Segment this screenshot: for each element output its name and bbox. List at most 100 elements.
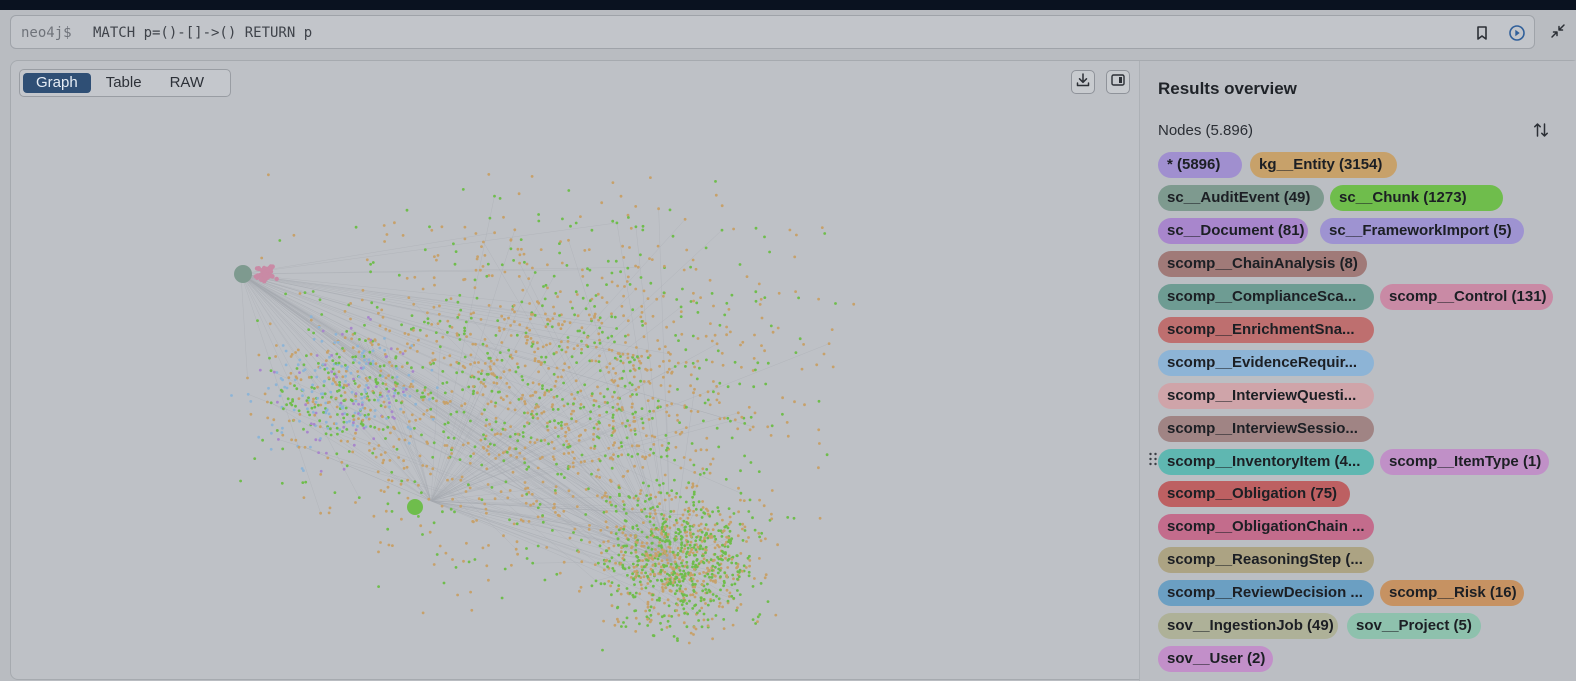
graph-node[interactable] [726, 599, 730, 603]
graph-node[interactable] [533, 313, 537, 317]
graph-node[interactable] [713, 540, 717, 543]
graph-node[interactable] [648, 515, 652, 518]
graph-node[interactable] [704, 246, 708, 250]
graph-node[interactable] [630, 405, 634, 409]
graph-node[interactable] [496, 432, 499, 435]
graph-node[interactable] [598, 544, 602, 548]
graph-node[interactable] [523, 364, 527, 368]
graph-node[interactable] [727, 536, 731, 540]
graph-node[interactable] [604, 491, 607, 495]
graph-node[interactable] [758, 535, 761, 539]
graph-node[interactable] [321, 363, 325, 366]
graph-node[interactable] [680, 430, 684, 434]
graph-node[interactable] [506, 407, 510, 411]
graph-node[interactable] [561, 398, 564, 401]
graph-node[interactable] [721, 558, 724, 562]
graph-node[interactable] [645, 558, 648, 562]
graph-node[interactable] [343, 383, 346, 387]
graph-node[interactable] [477, 497, 481, 501]
graph-node[interactable] [449, 297, 453, 300]
graph-node[interactable] [345, 420, 349, 424]
graph-node[interactable] [307, 376, 311, 379]
graph-node[interactable] [631, 593, 635, 597]
graph-node[interactable] [768, 250, 771, 254]
graph-node[interactable] [543, 391, 547, 394]
graph-node[interactable] [674, 531, 678, 534]
graph-node[interactable] [641, 426, 645, 430]
graph-node[interactable] [356, 370, 360, 373]
graph-node[interactable] [605, 410, 609, 414]
graph-node[interactable] [417, 483, 420, 487]
graph-node[interactable] [454, 250, 458, 254]
graph-node[interactable] [766, 600, 770, 603]
graph-node[interactable] [550, 440, 554, 444]
graph-node[interactable] [502, 459, 506, 463]
graph-node[interactable] [392, 387, 395, 391]
graph-node[interactable] [426, 311, 429, 315]
graph-node[interactable] [524, 487, 527, 491]
graph-node[interactable] [653, 435, 657, 439]
graph-node[interactable] [656, 557, 660, 561]
graph-node[interactable] [587, 248, 591, 252]
graph-node[interactable] [372, 391, 376, 395]
graph-node[interactable] [621, 500, 625, 503]
graph-node[interactable] [527, 490, 531, 494]
graph-node[interactable] [606, 401, 609, 405]
graph-node[interactable] [311, 400, 315, 404]
graph-node[interactable] [702, 471, 706, 475]
graph-node[interactable] [627, 360, 631, 364]
graph-node[interactable] [486, 483, 490, 486]
graph-node[interactable] [566, 445, 569, 449]
graph-node[interactable] [353, 411, 357, 415]
graph-node[interactable] [442, 581, 446, 585]
graph-node[interactable] [675, 609, 679, 612]
graph-node[interactable] [745, 275, 749, 278]
graph-node[interactable] [378, 346, 382, 350]
graph-node[interactable] [397, 456, 400, 459]
graph-node[interactable] [347, 450, 351, 453]
graph-node[interactable] [480, 369, 484, 373]
graph-node[interactable] [568, 444, 572, 448]
graph-node[interactable] [353, 358, 357, 362]
graph-node[interactable] [508, 435, 512, 438]
graph-node[interactable] [741, 522, 745, 526]
graph-node[interactable] [702, 579, 705, 583]
graph-node[interactable] [494, 420, 498, 424]
graph-node[interactable] [627, 216, 630, 219]
graph-node[interactable] [738, 263, 742, 266]
graph-node[interactable] [246, 376, 249, 380]
graph-node[interactable] [656, 578, 659, 582]
graph-node[interactable] [527, 277, 531, 280]
graph-node[interactable] [600, 321, 604, 325]
graph-node[interactable] [481, 445, 485, 449]
graph-node[interactable] [336, 413, 339, 416]
graph-node[interactable] [589, 317, 593, 321]
graph-node[interactable] [741, 527, 744, 531]
graph-node[interactable] [632, 367, 636, 371]
graph-node[interactable] [727, 507, 731, 510]
graph-node[interactable] [531, 394, 535, 397]
graph-node[interactable] [756, 361, 760, 365]
graph-node[interactable] [683, 217, 687, 221]
graph-node[interactable] [663, 570, 667, 574]
graph-node[interactable] [725, 333, 728, 337]
graph-node[interactable] [552, 372, 556, 376]
graph-node[interactable] [402, 466, 406, 470]
graph-node[interactable] [562, 404, 566, 408]
graph-node[interactable] [709, 462, 712, 466]
graph-node[interactable] [616, 402, 620, 406]
graph-node[interactable] [748, 428, 752, 432]
graph-node[interactable] [381, 415, 384, 419]
graph-node[interactable] [392, 445, 396, 449]
graph-node[interactable] [379, 453, 383, 457]
graph-node[interactable] [645, 563, 649, 566]
graph-node[interactable] [621, 361, 625, 365]
graph-node[interactable] [327, 376, 331, 380]
graph-node[interactable] [677, 566, 681, 570]
graph-node[interactable] [429, 407, 433, 411]
graph-node[interactable] [726, 416, 730, 420]
graph-node[interactable] [625, 280, 629, 283]
graph-node[interactable] [490, 372, 493, 375]
graph-node[interactable] [640, 354, 643, 358]
graph-node[interactable] [322, 384, 326, 388]
